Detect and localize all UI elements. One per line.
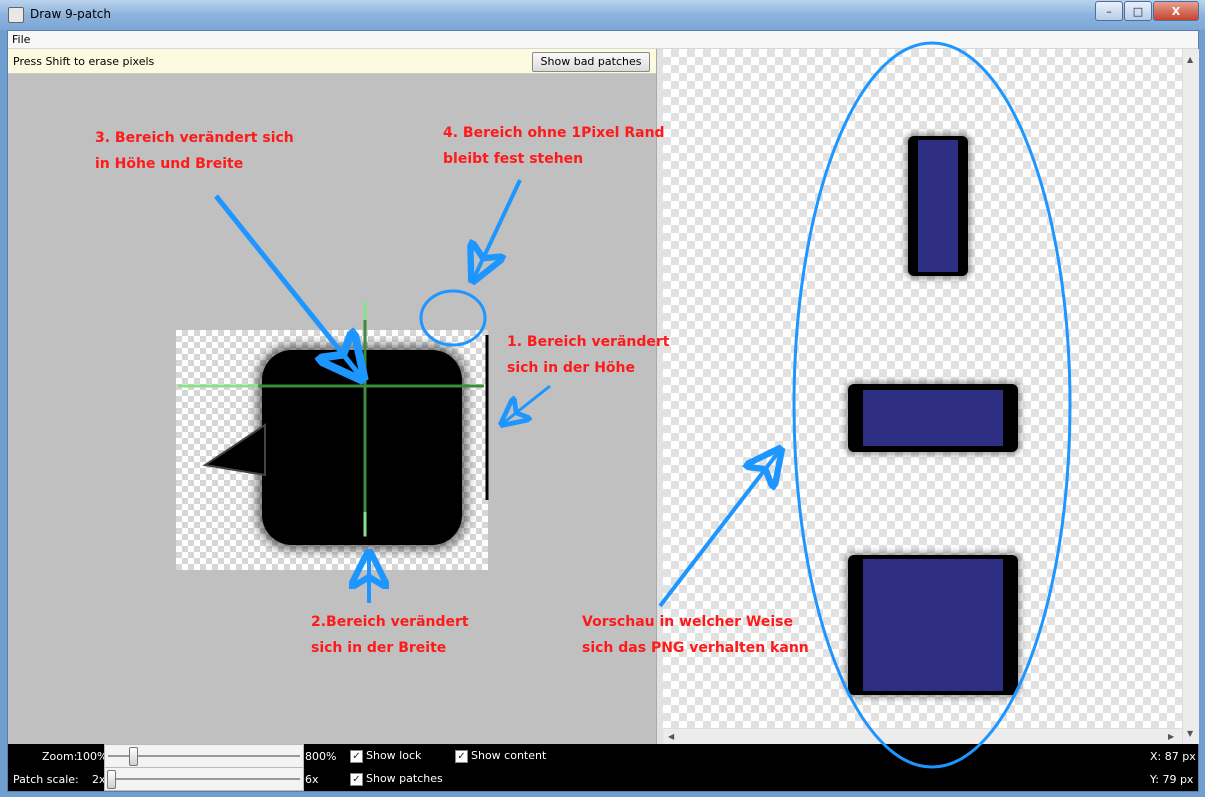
menu-file[interactable]: File bbox=[12, 33, 30, 46]
menu-bar: File bbox=[8, 31, 1198, 49]
annotation-vorschau-line2: sich das PNG verhalten kann bbox=[582, 640, 809, 656]
show-lock-label: Show lock bbox=[366, 749, 422, 762]
show-content-label: Show content bbox=[471, 749, 547, 762]
scroll-right-icon[interactable]: ▶ bbox=[1168, 732, 1174, 741]
preview-large bbox=[848, 555, 1018, 695]
annotation-4-line2: bleibt fest stehen bbox=[443, 151, 584, 167]
zoom-max-label: 800% bbox=[305, 750, 337, 763]
hint-text: Press Shift to erase pixels bbox=[13, 55, 155, 68]
status-bar: Zoom: 100% 800% Patch scale: 2x 6x ✓ Sho… bbox=[8, 744, 1198, 791]
horizontal-scrollbar[interactable]: ◀ ▶ bbox=[663, 728, 1182, 745]
zoom-slider[interactable] bbox=[104, 744, 304, 768]
show-patches-label: Show patches bbox=[366, 772, 443, 785]
preview-wide bbox=[848, 384, 1018, 452]
maximize-button[interactable]: □ bbox=[1124, 1, 1152, 21]
annotation-3-line2: in Höhe und Breite bbox=[95, 156, 244, 172]
zoom-min-label: 100% bbox=[76, 750, 108, 763]
annotation-2-line2: sich in der Breite bbox=[311, 640, 447, 656]
image-canvas[interactable] bbox=[176, 330, 488, 570]
x-coordinate-readout: X: 87 px bbox=[1150, 750, 1196, 763]
annotation-1-line1: 1. Bereich verändert bbox=[507, 334, 670, 350]
annotation-2-line1: 2.Bereich verändert bbox=[311, 614, 469, 630]
close-button[interactable]: X bbox=[1153, 1, 1199, 21]
title-bar: Draw 9-patch – □ X bbox=[0, 0, 1205, 30]
show-bad-patches-button[interactable]: Show bad patches bbox=[532, 52, 650, 72]
annotation-1-line2: sich in der Höhe bbox=[507, 360, 636, 376]
preview-tall bbox=[908, 136, 968, 276]
vertical-scrollbar[interactable]: ▲ ▼ bbox=[1182, 49, 1199, 744]
annotation-4-line1: 4. Bereich ohne 1Pixel Rand bbox=[443, 125, 665, 141]
show-content-checkbox[interactable]: ✓ bbox=[455, 750, 468, 763]
bubble-image bbox=[262, 350, 462, 545]
patch-scale-slider[interactable] bbox=[104, 767, 304, 791]
zoom-label: Zoom: bbox=[42, 750, 78, 763]
show-lock-checkbox[interactable]: ✓ bbox=[350, 750, 363, 763]
patch-scale-label: Patch scale: bbox=[13, 773, 79, 786]
java-app-icon bbox=[8, 7, 24, 23]
scroll-left-icon[interactable]: ◀ bbox=[668, 732, 674, 741]
hint-bar: Press Shift to erase pixels Show bad pat… bbox=[8, 49, 656, 74]
patch-scale-max-label: 6x bbox=[305, 773, 319, 786]
window-title: Draw 9-patch bbox=[30, 7, 111, 21]
annotation-3-line1: 3. Bereich verändert sich bbox=[95, 130, 294, 146]
y-coordinate-readout: Y: 79 px bbox=[1150, 773, 1194, 786]
scroll-down-icon[interactable]: ▼ bbox=[1187, 729, 1193, 738]
show-patches-checkbox[interactable]: ✓ bbox=[350, 773, 363, 786]
minimize-button[interactable]: – bbox=[1095, 1, 1123, 21]
scroll-up-icon[interactable]: ▲ bbox=[1187, 55, 1193, 64]
annotation-vorschau-line1: Vorschau in welcher Weise bbox=[582, 614, 793, 630]
